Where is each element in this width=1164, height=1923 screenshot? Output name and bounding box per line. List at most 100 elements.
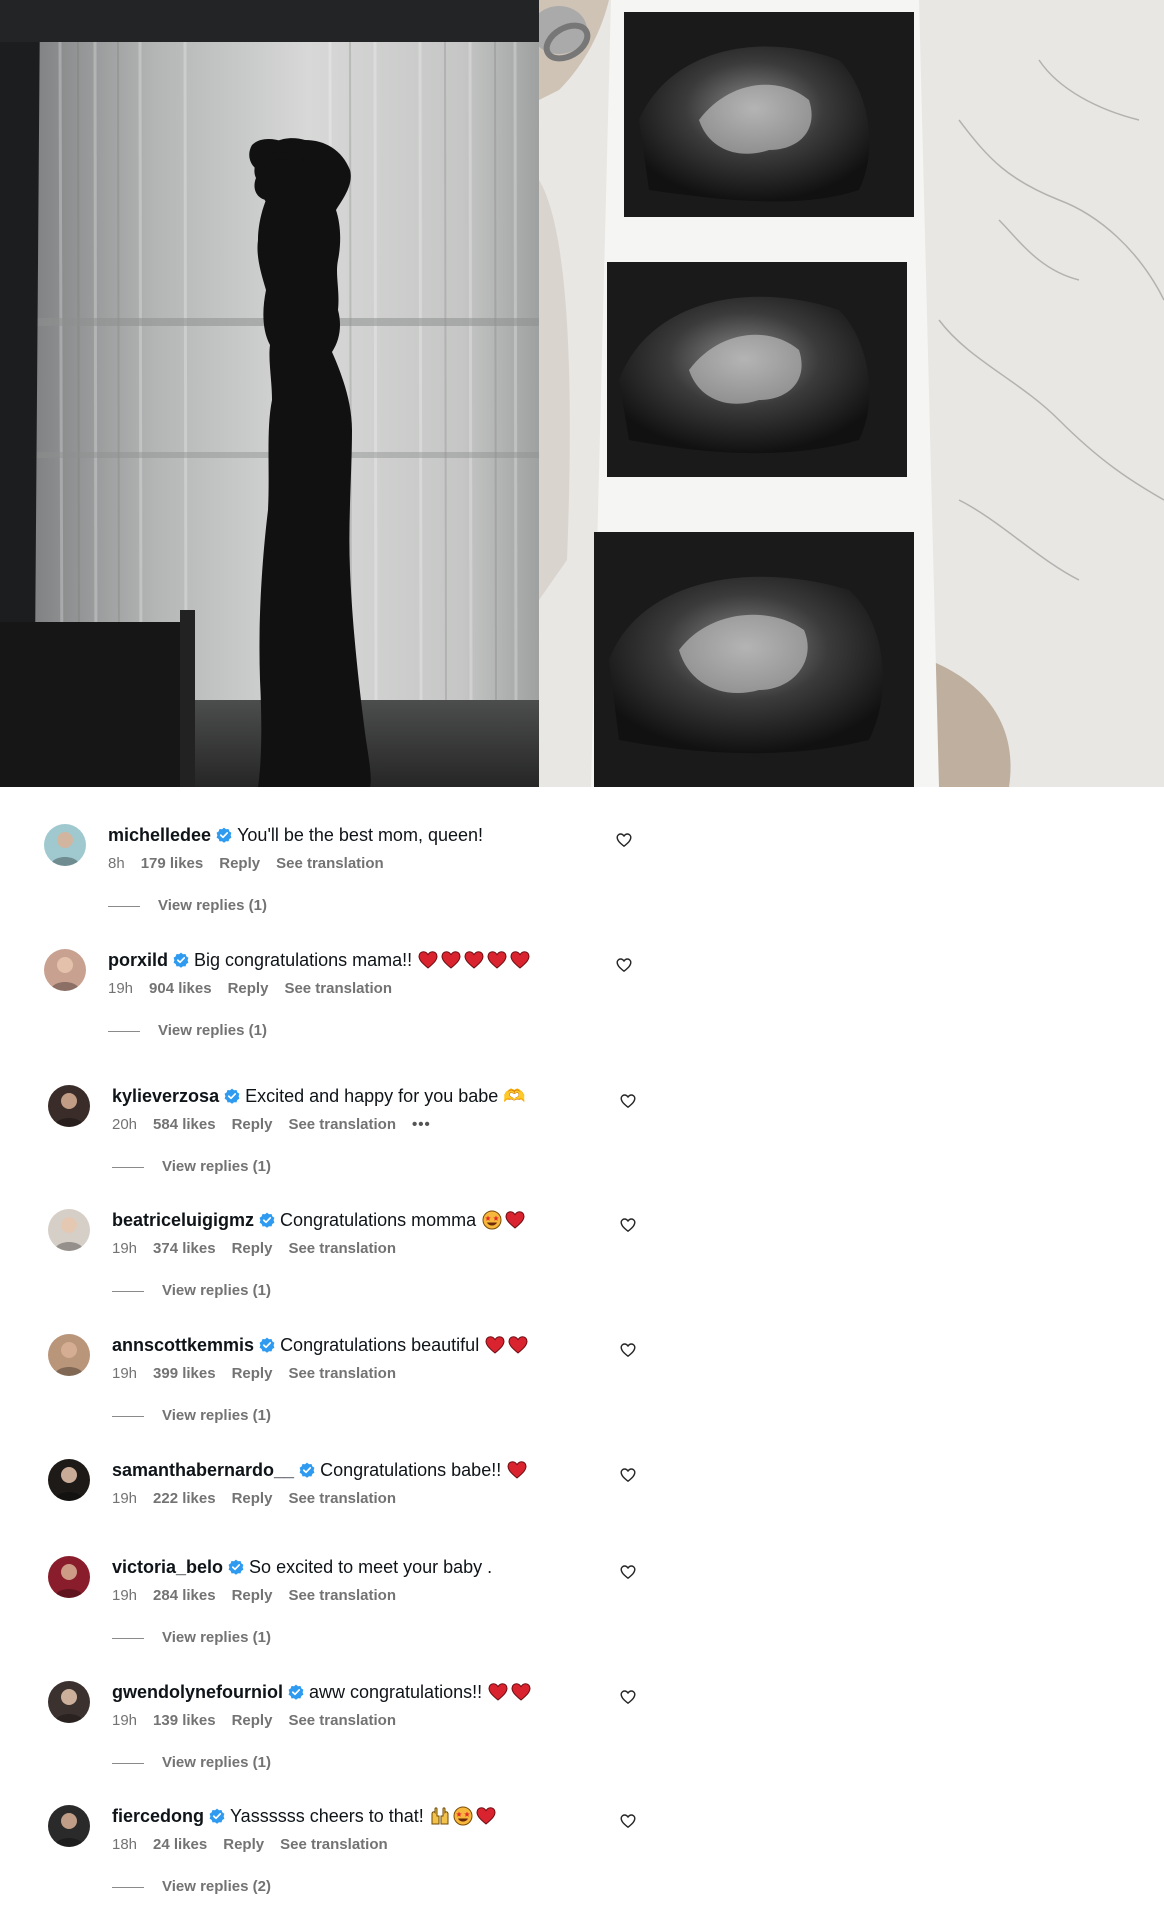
replies-divider <box>112 1637 144 1639</box>
view-replies-label: View replies (1) <box>158 897 267 914</box>
comment-likes-count[interactable]: 399 likes <box>153 1364 216 1384</box>
comment-username[interactable]: beatriceluigigmz <box>112 1208 254 1232</box>
comment-avatar[interactable] <box>48 1556 90 1598</box>
view-replies-button[interactable]: View replies (1) <box>108 896 267 916</box>
comment-avatar[interactable] <box>48 1805 90 1847</box>
reply-button[interactable]: Reply <box>232 1364 273 1384</box>
comment-avatar[interactable] <box>48 1459 90 1501</box>
comment-likes-count[interactable]: 584 likes <box>153 1115 216 1135</box>
comment-avatar[interactable] <box>48 1334 90 1376</box>
comment-timestamp: 19h <box>112 1490 138 1507</box>
comment-likes-count[interactable]: 24 likes <box>153 1835 207 1855</box>
like-heart-icon[interactable] <box>620 1467 636 1483</box>
see-translation-button[interactable]: See translation <box>276 854 384 874</box>
comment-meta: 19h 284 likes Reply See translation <box>112 1586 396 1606</box>
avatar-image <box>48 1556 90 1598</box>
view-replies-button[interactable]: View replies (2) <box>112 1877 271 1897</box>
comment-avatar[interactable] <box>48 1209 90 1251</box>
comment-username[interactable]: porxild <box>108 948 168 972</box>
heart-emoji-icon <box>441 951 461 969</box>
silhouette-image <box>0 0 539 787</box>
comment-username[interactable]: samanthabernardo__ <box>112 1458 294 1482</box>
heart-emoji-icon <box>505 1211 525 1229</box>
comment-emoji-group <box>430 1806 496 1826</box>
comment-avatar[interactable] <box>48 1681 90 1723</box>
comment-username[interactable]: michelledee <box>108 823 211 847</box>
comment-emoji-group <box>485 1335 528 1355</box>
see-translation-button[interactable]: See translation <box>288 1711 396 1731</box>
comment-username[interactable]: kylieverzosa <box>112 1084 219 1108</box>
comment-avatar[interactable] <box>44 824 86 866</box>
comment-body: annscottkemmis Congratulations beautiful <box>112 1333 528 1357</box>
comment-meta: 18h 24 likes Reply See translation <box>112 1835 388 1855</box>
view-replies-button[interactable]: View replies (1) <box>112 1281 271 1301</box>
comment-avatar[interactable] <box>44 949 86 991</box>
see-translation-button[interactable]: See translation <box>284 979 392 999</box>
heart-emoji-icon <box>511 1683 531 1701</box>
like-heart-icon[interactable] <box>616 957 632 973</box>
like-heart-icon[interactable] <box>620 1813 636 1829</box>
see-translation-button[interactable]: See translation <box>288 1364 396 1384</box>
comment-avatar[interactable] <box>48 1085 90 1127</box>
avatar-image <box>48 1681 90 1723</box>
comment-username[interactable]: gwendolynefourniol <box>112 1680 283 1704</box>
see-translation-button[interactable]: See translation <box>280 1835 388 1855</box>
comment-text: Congratulations momma <box>280 1210 477 1230</box>
reply-button[interactable]: Reply <box>232 1115 273 1135</box>
like-heart-icon[interactable] <box>620 1217 636 1233</box>
reply-button[interactable]: Reply <box>219 854 260 874</box>
avatar-image <box>44 824 86 866</box>
reply-button[interactable]: Reply <box>232 1489 273 1509</box>
view-replies-button[interactable]: View replies (1) <box>112 1406 271 1426</box>
replies-divider <box>112 1415 144 1417</box>
see-translation-button[interactable]: See translation <box>288 1115 396 1135</box>
like-heart-icon[interactable] <box>620 1093 636 1109</box>
view-replies-button[interactable]: View replies (1) <box>108 1021 267 1041</box>
see-translation-button[interactable]: See translation <box>288 1586 396 1606</box>
see-translation-button[interactable]: See translation <box>288 1239 396 1259</box>
comment-text: aww congratulations!! <box>309 1682 483 1702</box>
avatar-image <box>48 1805 90 1847</box>
comment-username[interactable]: fiercedong <box>112 1804 204 1828</box>
comment-timestamp: 19h <box>112 1587 138 1604</box>
heart-emoji-icon <box>487 951 507 969</box>
see-translation-button[interactable]: See translation <box>288 1489 396 1509</box>
reply-button[interactable]: Reply <box>232 1239 273 1259</box>
replies-divider <box>112 1166 144 1168</box>
comment-username[interactable]: annscottkemmis <box>112 1333 254 1357</box>
comment-likes-count[interactable]: 904 likes <box>149 979 212 999</box>
view-replies-button[interactable]: View replies (1) <box>112 1753 271 1773</box>
comment-item: kylieverzosa Excited and happy for you ba… <box>0 1085 700 1195</box>
verified-badge-icon <box>173 952 189 968</box>
comment-likes-count[interactable]: 284 likes <box>153 1586 216 1606</box>
comment-likes-count[interactable]: 179 likes <box>141 854 204 874</box>
comment-text: Excited and happy for you babe 🫶 <box>245 1086 526 1106</box>
comment-likes-count[interactable]: 374 likes <box>153 1239 216 1259</box>
heart-emoji-icon <box>464 951 484 969</box>
comment-timestamp: 20h <box>112 1116 138 1133</box>
more-options-button[interactable]: ••• <box>412 1115 431 1135</box>
heart-emoji-icon <box>485 1336 505 1354</box>
comment-body: fiercedong Yassssss cheers to that! <box>112 1804 496 1828</box>
view-replies-button[interactable]: View replies (1) <box>112 1157 271 1177</box>
view-replies-button[interactable]: View replies (1) <box>112 1628 271 1648</box>
reply-button[interactable]: Reply <box>228 979 269 999</box>
comment-body: gwendolynefourniol aww congratulations!! <box>112 1680 531 1704</box>
like-heart-icon[interactable] <box>620 1342 636 1358</box>
verified-badge-icon <box>209 1808 225 1824</box>
reply-button[interactable]: Reply <box>223 1835 264 1855</box>
heart-emoji-icon <box>510 951 530 969</box>
comment-body: porxild Big congratulations mama!! <box>108 948 530 972</box>
view-replies-label: View replies (1) <box>158 1022 267 1039</box>
comment-username[interactable]: victoria_belo <box>112 1555 223 1579</box>
comment-body: samanthabernardo__ Congratulations babe!! <box>112 1458 527 1482</box>
replies-divider <box>112 1762 144 1764</box>
reply-button[interactable]: Reply <box>232 1586 273 1606</box>
comment-likes-count[interactable]: 139 likes <box>153 1711 216 1731</box>
comment-emoji-group <box>418 950 530 970</box>
like-heart-icon[interactable] <box>620 1689 636 1705</box>
comment-likes-count[interactable]: 222 likes <box>153 1489 216 1509</box>
like-heart-icon[interactable] <box>620 1564 636 1580</box>
reply-button[interactable]: Reply <box>232 1711 273 1731</box>
like-heart-icon[interactable] <box>616 832 632 848</box>
